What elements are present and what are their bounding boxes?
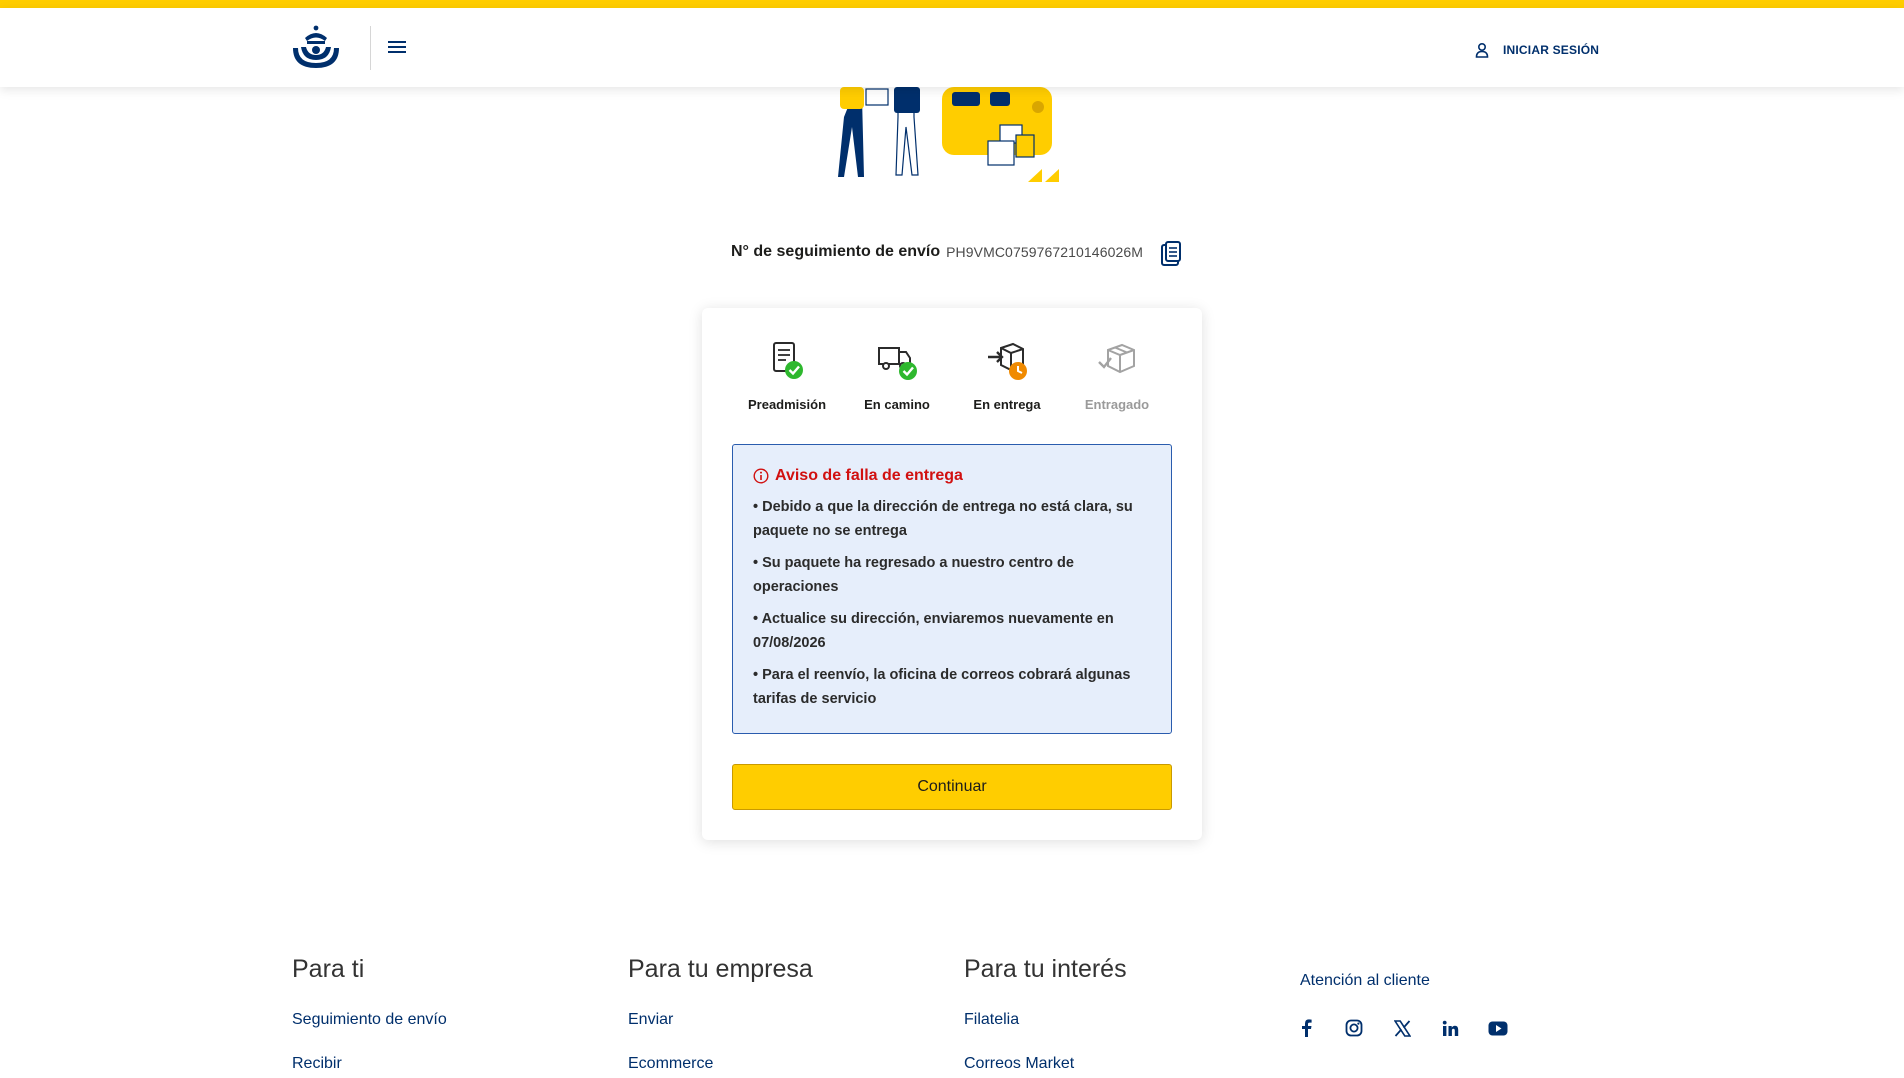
footer-link-enviar[interactable]: Enviar bbox=[628, 1011, 673, 1029]
notice-item: • Actualice su dirección, enviaremos nue… bbox=[753, 611, 1114, 651]
step-en-entrega: En entrega bbox=[952, 340, 1062, 412]
step-entregado: Entragado bbox=[1062, 340, 1172, 412]
notice-item: • Debido a que la dirección de entrega n… bbox=[753, 499, 1133, 539]
x-icon[interactable] bbox=[1392, 1018, 1412, 1038]
login-label: INICIAR SESIÓN bbox=[1503, 43, 1600, 57]
footer-link-ecommerce[interactable]: Ecommerce bbox=[628, 1055, 713, 1073]
delivery-clock-icon bbox=[988, 342, 1027, 380]
footer-link-correos-market[interactable]: Correos Market bbox=[964, 1055, 1074, 1073]
linkedin-icon[interactable] bbox=[1440, 1018, 1460, 1038]
footer-link-filatelia[interactable]: Filatelia bbox=[964, 1011, 1019, 1029]
brand-stripe bbox=[0, 0, 1904, 8]
footer-heading: Para tu interés bbox=[964, 955, 1127, 983]
atencion-cliente-link[interactable]: Atención al cliente bbox=[1300, 972, 1430, 990]
header-divider bbox=[370, 26, 371, 70]
truck-check-icon bbox=[878, 347, 917, 380]
delivery-illustration bbox=[838, 87, 1059, 182]
copy-icon[interactable] bbox=[1160, 241, 1182, 267]
facebook-icon[interactable] bbox=[1296, 1018, 1316, 1038]
tracking-row: N° de seguimiento de envío PH9VMC0759767… bbox=[731, 238, 1143, 266]
footer-column-empresa: Para tu empresa Enviar Ecommerce bbox=[628, 955, 813, 1072]
notice-title: Aviso de falla de entrega bbox=[753, 467, 1151, 485]
alert-info-icon bbox=[753, 468, 769, 484]
delivery-failure-notice: Aviso de falla de entrega • Debido a que… bbox=[732, 444, 1172, 734]
footer-link-recibir[interactable]: Recibir bbox=[292, 1055, 342, 1073]
continue-button[interactable]: Continuar bbox=[732, 764, 1172, 810]
tracking-card: Preadmisión En camino En entrega Entraga… bbox=[702, 308, 1202, 840]
tracking-number: PH9VMC0759767210146026M bbox=[946, 244, 1143, 260]
footer-heading: Para tu empresa bbox=[628, 955, 813, 983]
step-label: En camino bbox=[864, 397, 930, 412]
footer-column-interes: Para tu interés Filatelia Correos Market bbox=[964, 955, 1127, 1072]
footer-column-para-ti: Para ti Seguimiento de envío Recibir bbox=[292, 955, 447, 1072]
step-label: Preadmisión bbox=[747, 397, 827, 412]
menu-button[interactable] bbox=[386, 38, 408, 58]
step-en-camino: En camino bbox=[842, 340, 952, 412]
notice-item: • Su paquete ha regresado a nuestro cent… bbox=[753, 555, 1074, 595]
footer-link-seguimiento[interactable]: Seguimiento de envío bbox=[292, 1011, 447, 1029]
site-header: INICIAR SESIÓN bbox=[0, 8, 1904, 87]
instagram-icon[interactable] bbox=[1344, 1018, 1364, 1038]
document-check-icon bbox=[773, 342, 803, 379]
step-label: Entragado bbox=[1084, 397, 1150, 412]
box-icon bbox=[1098, 343, 1135, 374]
correos-logo[interactable] bbox=[291, 24, 341, 72]
tracking-label: N° de seguimiento de envío bbox=[731, 243, 941, 260]
step-label: En entrega bbox=[973, 397, 1041, 412]
step-preadmision: Preadmisión bbox=[732, 340, 842, 412]
youtube-icon[interactable] bbox=[1488, 1018, 1508, 1038]
notice-title-text: Aviso de falla de entrega bbox=[775, 467, 963, 484]
login-button[interactable]: INICIAR SESIÓN bbox=[1475, 40, 1599, 60]
notice-item: • Para el reenvío, la oficina de correos… bbox=[753, 667, 1131, 707]
footer-heading: Para ti bbox=[292, 955, 365, 983]
user-icon bbox=[1475, 42, 1489, 58]
